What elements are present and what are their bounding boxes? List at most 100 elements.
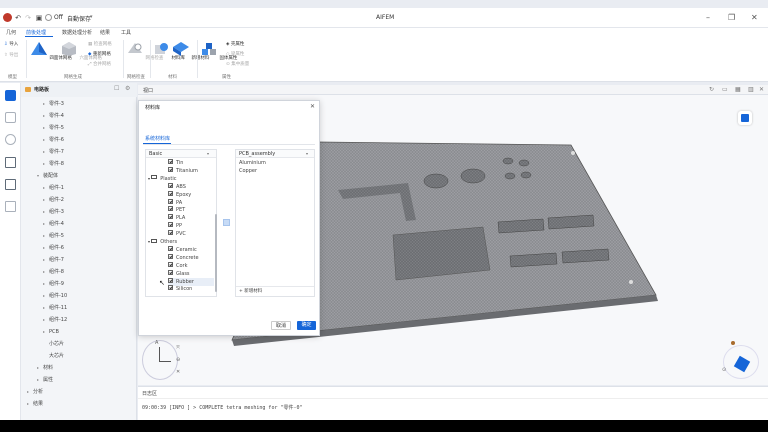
checkbox[interactable] (168, 222, 173, 228)
ok-button[interactable]: 确定 (297, 321, 316, 330)
tree-analysis-node[interactable]: ▸ 分析 (27, 387, 43, 397)
fit-view-icon[interactable]: ⤧ (176, 345, 180, 351)
checkbox[interactable] (168, 190, 173, 196)
tab-results[interactable]: 结果 (100, 29, 110, 36)
tree-component-item[interactable]: ▸ 组件-11 (43, 303, 67, 313)
checkbox[interactable] (168, 253, 173, 259)
tree-component-item[interactable]: ▸ 组件-4 (43, 219, 64, 229)
checkbox[interactable] (168, 198, 173, 204)
checkbox[interactable] (168, 166, 173, 172)
split-view-icon[interactable]: ▭ (722, 86, 728, 93)
target-material-list[interactable]: PCB_assembly ▾ Aluminium Copper + 新增材料 (235, 149, 315, 297)
material-item[interactable]: ABS (168, 182, 186, 191)
material-item[interactable]: PVC (168, 230, 186, 238)
new-material-button[interactable]: 新增材料 (172, 41, 209, 61)
checkbox[interactable] (168, 277, 173, 283)
add-file-icon[interactable] (5, 157, 16, 168)
autosave-toggle[interactable] (45, 14, 52, 21)
beam-property-button[interactable]: ◇ 梁属性 (226, 51, 244, 57)
tab-preprocess[interactable]: 前後处理 (26, 29, 46, 36)
material-item[interactable]: PLA (168, 214, 185, 222)
material-item[interactable]: PA (168, 198, 182, 207)
tree-assembly-node[interactable]: ▾ 装配体 (37, 171, 58, 181)
material-item[interactable]: Rubber (168, 277, 214, 286)
checkbox[interactable] (168, 245, 173, 251)
checkbox[interactable] (168, 159, 173, 164)
save-icon[interactable]: ▣ (35, 14, 43, 22)
close-viewport-icon[interactable]: ✕ (759, 86, 764, 93)
view-tools-button[interactable] (738, 111, 752, 125)
checkbox[interactable] (168, 206, 173, 212)
layout-icon[interactable]: ▥ (748, 86, 754, 93)
tree-component-item[interactable]: ▸ 组件-2 (43, 195, 64, 205)
dropdown-icon[interactable]: ▾ (90, 14, 93, 20)
import-button[interactable]: ⇩ 导入 (4, 41, 18, 47)
view-cube[interactable] (723, 345, 759, 379)
material-item[interactable]: Titanium (168, 166, 198, 175)
material-item[interactable]: Epoxy (168, 190, 191, 199)
refresh-icon[interactable]: ↻ (709, 86, 714, 93)
material-item[interactable]: Glass (168, 269, 190, 278)
tree-results-node[interactable]: ▸ 结果 (27, 399, 43, 409)
tab-analysis[interactable]: 数据处理分析 (62, 29, 92, 36)
material-library-button[interactable]: 材料库 (152, 41, 185, 61)
source-material-list[interactable]: Basic ▾ Tin Titanium ▾ Plastic ABS Epoxy PA PE… (145, 149, 217, 297)
collapse-panel-icon[interactable]: ☐ (114, 85, 119, 92)
target-select[interactable]: PCB_assembly ▾ (236, 150, 314, 158)
material-item[interactable]: PET (168, 206, 185, 214)
checkbox[interactable] (168, 182, 173, 188)
checkbox[interactable] (168, 285, 173, 291)
solid-property-button[interactable]: 固体属性 (200, 41, 237, 61)
settings-icon[interactable] (5, 134, 16, 145)
material-item[interactable]: Tin (168, 159, 183, 167)
tetra-mesh-button[interactable]: 四面体网格 (30, 41, 72, 61)
checkbox[interactable] (168, 230, 173, 236)
panel-settings-icon[interactable]: ⚙ (125, 85, 130, 92)
close-window-icon[interactable]: ✕ (751, 13, 758, 22)
view-home-icon[interactable]: A (155, 340, 158, 346)
library-select[interactable]: Basic ▾ (146, 150, 216, 158)
hexa-mesh-button[interactable]: 六面体网格 (60, 41, 102, 61)
tree-part-item[interactable]: ▸ 零件-3 (43, 99, 64, 109)
tree-chip-small-item[interactable]: 小芯片 (43, 339, 64, 349)
tab-tools[interactable]: 工具 (121, 29, 131, 36)
tree-part-item[interactable]: ▸ 零件-7 (43, 147, 64, 157)
tree-chip-large-item[interactable]: 大芯片 (43, 351, 64, 361)
minimize-icon[interactable]: – (706, 13, 710, 22)
tree-component-item[interactable]: ▸ 组件-9 (43, 279, 64, 289)
mass-property-button[interactable]: ⊙ 集中质量 (226, 61, 249, 67)
material-item[interactable]: Concrete (168, 253, 199, 262)
view-cube-dot[interactable] (731, 341, 735, 345)
checkbox[interactable] (168, 269, 173, 275)
tree-component-item[interactable]: ▸ 组件-8 (43, 267, 64, 277)
export-button[interactable]: ⇧ 导出 (4, 52, 18, 58)
material-category[interactable]: ▾ Others (148, 238, 177, 246)
mesh-merge-button[interactable]: ⤢ 合并网格 (88, 61, 111, 67)
model-tree-icon[interactable] (5, 90, 16, 101)
tree-component-item[interactable]: ▸ 组件-6 (43, 243, 64, 253)
layers-icon[interactable] (5, 112, 16, 123)
tree-part-item[interactable]: ▸ 零件-5 (43, 123, 64, 133)
zoom-icon[interactable]: ⊖ (176, 357, 180, 363)
redo-icon[interactable]: ↷ (24, 14, 32, 22)
transfer-button[interactable] (223, 219, 230, 226)
mesh-info-button[interactable]: ▦ 检查网格 (88, 41, 112, 47)
material-item[interactable]: Cork (168, 261, 188, 270)
tree-component-item[interactable]: ▸ 组件-3 (43, 207, 64, 217)
target-material-item[interactable]: Copper (239, 167, 257, 175)
export-icon[interactable] (5, 201, 16, 212)
grid-view-icon[interactable]: ▦ (735, 86, 741, 93)
material-category[interactable]: ▾ Plastic (148, 175, 176, 183)
add-material-button[interactable]: + 新增材料 (239, 288, 262, 296)
material-item[interactable]: Ceramic (168, 245, 197, 254)
mesh-check-button[interactable]: 网格检查 (126, 41, 163, 61)
tab-system-library[interactable]: 系统材料库 (145, 135, 170, 142)
restore-icon[interactable]: ❐ (728, 13, 735, 22)
tree-component-item[interactable]: ▸ 组件-7 (43, 255, 64, 265)
close-dialog-icon[interactable]: ✕ (310, 103, 315, 110)
checkbox[interactable] (168, 214, 173, 220)
undo-icon[interactable]: ↶ (14, 14, 22, 22)
cancel-button[interactable]: 取消 (271, 321, 291, 330)
tree-component-item[interactable]: ▸ 组件-12 (43, 315, 67, 325)
source-list-scrollbar[interactable] (215, 214, 217, 292)
